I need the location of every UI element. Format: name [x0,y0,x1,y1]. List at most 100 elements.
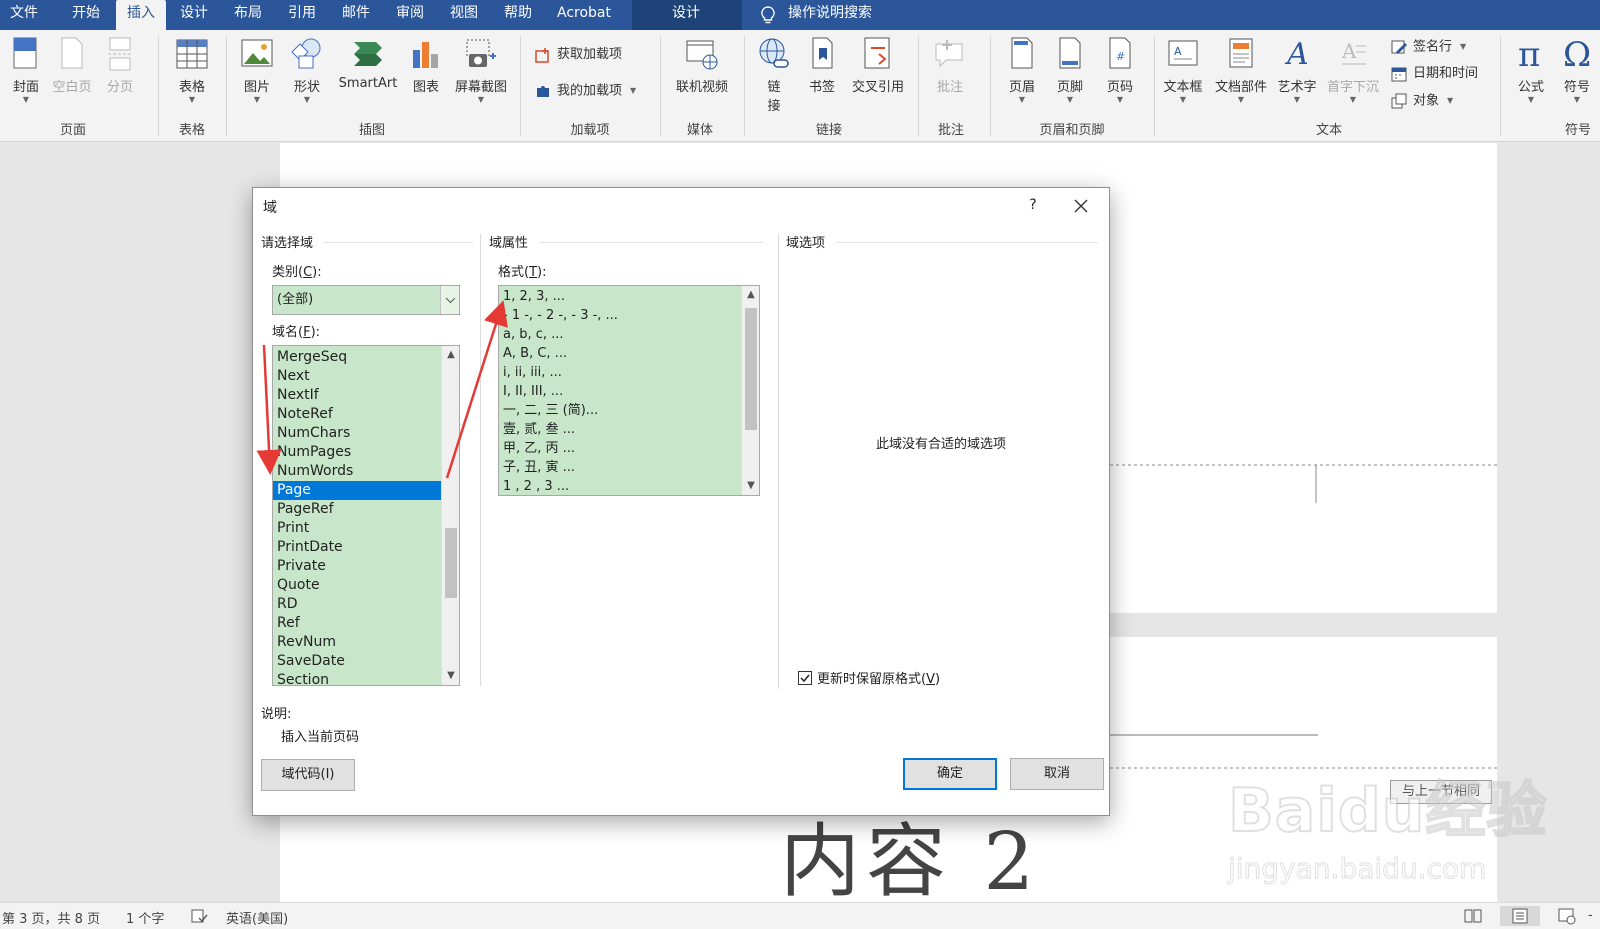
list-item[interactable]: Print [273,519,441,538]
format-list[interactable]: 1, 2, 3, ... - 1 -, - 2 -, - 3 -, ... a,… [498,285,760,496]
tab-acrobat[interactable]: Acrobat [557,0,611,30]
list-item[interactable]: NumChars [273,424,441,443]
list-item[interactable]: NumWords [273,462,441,481]
picture-button[interactable]: 图片 ▼ [236,36,278,105]
tab-insert[interactable]: 插入 [116,0,166,30]
read-mode-icon[interactable] [1462,906,1484,926]
cover-page-button[interactable]: 封面 ▼ [6,36,46,105]
tab-file[interactable]: 文件 [10,0,38,30]
drop-cap-button[interactable]: A 首字下沉 ▼ [1324,36,1382,105]
scroll-thumb[interactable] [445,528,457,598]
page-break-button[interactable]: 分页 [100,36,140,95]
chart-button[interactable]: 图表 [406,36,446,95]
tab-review[interactable]: 审阅 [396,0,424,30]
symbol-button[interactable]: Ω 符号 ▼ [1556,34,1598,105]
checkbox-checked-icon[interactable] [798,671,812,685]
category-dropdown[interactable]: (全部) [272,285,460,315]
format-item[interactable]: I, II, III, ... [499,382,741,401]
table-button[interactable]: 表格 ▼ [170,36,214,105]
format-item[interactable]: 一, 二, 三 (简)... [499,401,741,420]
textbox-button[interactable]: A 文本框 ▼ [1160,36,1206,105]
list-item[interactable]: SaveDate [273,652,441,671]
preserve-format-checkbox[interactable]: 更新时保留原格式(V) [798,668,940,687]
cancel-button[interactable]: 取消 [1010,758,1104,790]
comment-button[interactable]: 批注 [930,36,970,95]
help-button[interactable]: ? [1021,194,1045,218]
dropdown-arrow-icon: ▼ [477,95,485,104]
list-item[interactable]: NextIf [273,386,441,405]
list-item[interactable]: MergeSeq [273,348,441,367]
header-button[interactable]: 页眉 ▼ [1002,36,1042,105]
field-codes-button[interactable]: 域代码(I) [261,759,355,791]
wordart-button[interactable]: A 艺术字 ▼ [1274,36,1320,105]
signature-line-button[interactable]: 签名行 ▼ [1390,36,1466,58]
shapes-button[interactable]: 形状 ▼ [286,36,328,105]
language-indicator[interactable]: 英语(美国) [226,908,288,927]
screenshot-button[interactable]: 屏幕截图 ▼ [450,36,512,105]
cross-reference-button[interactable]: 交叉引用 [848,36,908,95]
scroll-up-icon[interactable]: ▲ [742,286,759,304]
link-button[interactable]: 链 接 [754,36,794,114]
list-item[interactable]: Section [273,671,441,685]
close-button[interactable] [1069,194,1093,218]
tab-layout[interactable]: 布局 [234,0,262,30]
word-count[interactable]: 1 个字 [126,908,164,927]
list-item[interactable]: Quote [273,576,441,595]
list-item[interactable]: PageRef [273,500,441,519]
smartart-button[interactable]: SmartArt [336,36,400,91]
list-item[interactable]: NumPages [273,443,441,462]
dropdown-arrow-icon: ▼ [1066,95,1074,104]
proofing-icon[interactable] [190,908,208,928]
scroll-down-icon[interactable]: ▼ [742,477,759,495]
tab-help[interactable]: 帮助 [504,0,532,30]
format-item[interactable]: 甲, 乙, 丙 ... [499,439,741,458]
page-number-button[interactable]: # 页码 ▼ [1100,36,1140,105]
tab-home[interactable]: 开始 [72,0,100,30]
tab-design[interactable]: 设计 [180,0,208,30]
footer-button[interactable]: 页脚 ▼ [1050,36,1090,105]
web-layout-icon[interactable] [1556,906,1578,926]
quick-parts-button[interactable]: 文档部件 ▼ [1212,36,1270,105]
print-layout-icon[interactable] [1500,906,1540,926]
field-names-list[interactable]: MergeSeq Next NextIf NoteRef NumChars Nu… [272,345,460,686]
chevron-down-icon[interactable] [440,286,459,314]
format-list-scrollbar[interactable]: ▲ ▼ [741,286,759,495]
tab-view[interactable]: 视图 [450,0,478,30]
list-item[interactable]: Private [273,557,441,576]
equation-button[interactable]: π 公式 ▼ [1510,34,1552,105]
list-item[interactable]: RevNum [273,633,441,652]
format-item[interactable]: a, b, c, ... [499,325,741,344]
tab-references[interactable]: 引用 [288,0,316,30]
list-item[interactable]: NoteRef [273,405,441,424]
format-item[interactable]: 1 , 2 , 3 ... [499,477,741,495]
format-item[interactable]: A, B, C, ... [499,344,741,363]
list-item[interactable]: PrintDate [273,538,441,557]
bookmark-button[interactable]: 书签 [804,36,840,95]
list-item[interactable]: Ref [273,614,441,633]
get-addins-button[interactable]: 获取加载项 [534,44,622,66]
format-item[interactable]: i, ii, iii, ... [499,363,741,382]
scroll-up-icon[interactable]: ▲ [442,346,459,364]
object-button[interactable]: 对象 ▼ [1390,90,1453,112]
pi-icon: π [1518,35,1540,72]
tab-header-footer-design[interactable]: 设计 [672,0,700,30]
my-addins-button[interactable]: 我的加载项 ▼ [534,80,636,102]
scroll-down-icon[interactable]: ▼ [442,667,459,685]
tab-mailings[interactable]: 邮件 [342,0,370,30]
tell-me-search[interactable]: 操作说明搜索 [758,0,872,30]
ok-button[interactable]: 确定 [903,758,997,790]
date-time-button[interactable]: 日期和时间 [1390,63,1478,85]
blank-page-button[interactable]: 空白页 [50,36,94,95]
list-item[interactable]: RD [273,595,441,614]
format-item[interactable]: - 1 -, - 2 -, - 3 -, ... [499,306,741,325]
list-item[interactable]: Next [273,367,441,386]
field-list-scrollbar[interactable]: ▲ ▼ [441,346,459,685]
page-count[interactable]: 第 3 页，共 8 页 [2,908,100,927]
scroll-thumb[interactable] [745,308,757,430]
zoom-minus[interactable]: - [1588,908,1593,923]
format-item[interactable]: 子, 丑, 寅 ... [499,458,741,477]
online-video-button[interactable]: 联机视频 [670,36,734,95]
list-item-selected[interactable]: Page [273,481,441,500]
format-item[interactable]: 壹, 贰, 叁 ... [499,420,741,439]
format-item[interactable]: 1, 2, 3, ... [499,287,741,306]
